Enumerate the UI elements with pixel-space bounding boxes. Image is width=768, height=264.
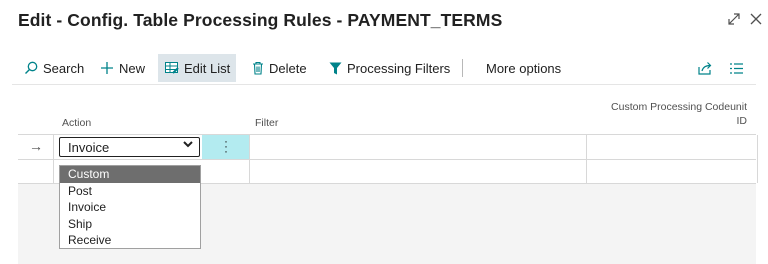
page-title: Edit - Config. Table Processing Rules - … [18, 10, 503, 30]
toolbar-divider [462, 59, 463, 77]
filter-cell[interactable] [249, 159, 587, 183]
more-options-label: More options [486, 60, 562, 76]
column-header-filter[interactable]: Filter [255, 117, 278, 129]
edit-list-button[interactable]: Edit List [158, 54, 236, 82]
list-icon [730, 62, 743, 74]
column-header-codeunit-line2: ID [736, 115, 748, 127]
action-toolbar: Search New Edit List Delete Processing F… [12, 54, 756, 82]
more-options-button[interactable]: More options [486, 54, 561, 82]
delete-button[interactable]: Delete [252, 54, 307, 82]
column-header-codeunit-line1: Custom Processing Codeunit [611, 101, 747, 113]
toolbar-divider-line [12, 84, 756, 85]
option-custom[interactable]: Custom [60, 166, 200, 183]
column-header-codeunit-id[interactable]: Custom Processing Codeunit ID [585, 100, 747, 128]
processing-filters-button[interactable]: Processing Filters [329, 54, 450, 82]
action-select[interactable]: Invoice [59, 137, 200, 157]
list-view-button[interactable] [730, 54, 743, 82]
row-actions-icon[interactable]: · · · [224, 135, 228, 157]
new-button[interactable]: New [100, 54, 145, 82]
new-label: New [119, 60, 146, 76]
search-icon [24, 61, 38, 75]
option-ship[interactable]: Ship [60, 216, 200, 233]
action-select-value: Invoice [68, 139, 110, 155]
search-label: Search [43, 60, 85, 76]
chevron-down-icon [183, 139, 193, 152]
share-button[interactable] [698, 54, 713, 82]
filter-icon [329, 62, 342, 75]
expand-icon[interactable] [727, 12, 741, 26]
edit-list-icon [165, 62, 179, 74]
column-header-action[interactable]: Action [62, 117, 91, 129]
delete-label: Delete [269, 60, 307, 76]
processing-filters-label: Processing Filters [347, 60, 451, 76]
option-receive[interactable]: Receive [60, 232, 200, 249]
codeunit-id-cell[interactable] [586, 135, 758, 159]
filter-cell[interactable] [249, 135, 587, 159]
share-icon [698, 61, 713, 75]
trash-icon [252, 61, 264, 75]
option-invoice[interactable]: Invoice [60, 199, 200, 216]
close-icon[interactable] [749, 12, 763, 26]
edit-list-label: Edit List [184, 60, 231, 76]
search-button[interactable]: Search [24, 54, 84, 82]
row-indicator-arrow-icon: → [29, 138, 43, 154]
codeunit-id-cell[interactable] [586, 159, 758, 183]
option-post[interactable]: Post [60, 183, 200, 200]
action-dropdown-list: Custom Post Invoice Ship Receive [59, 165, 201, 249]
plus-icon [100, 61, 114, 75]
